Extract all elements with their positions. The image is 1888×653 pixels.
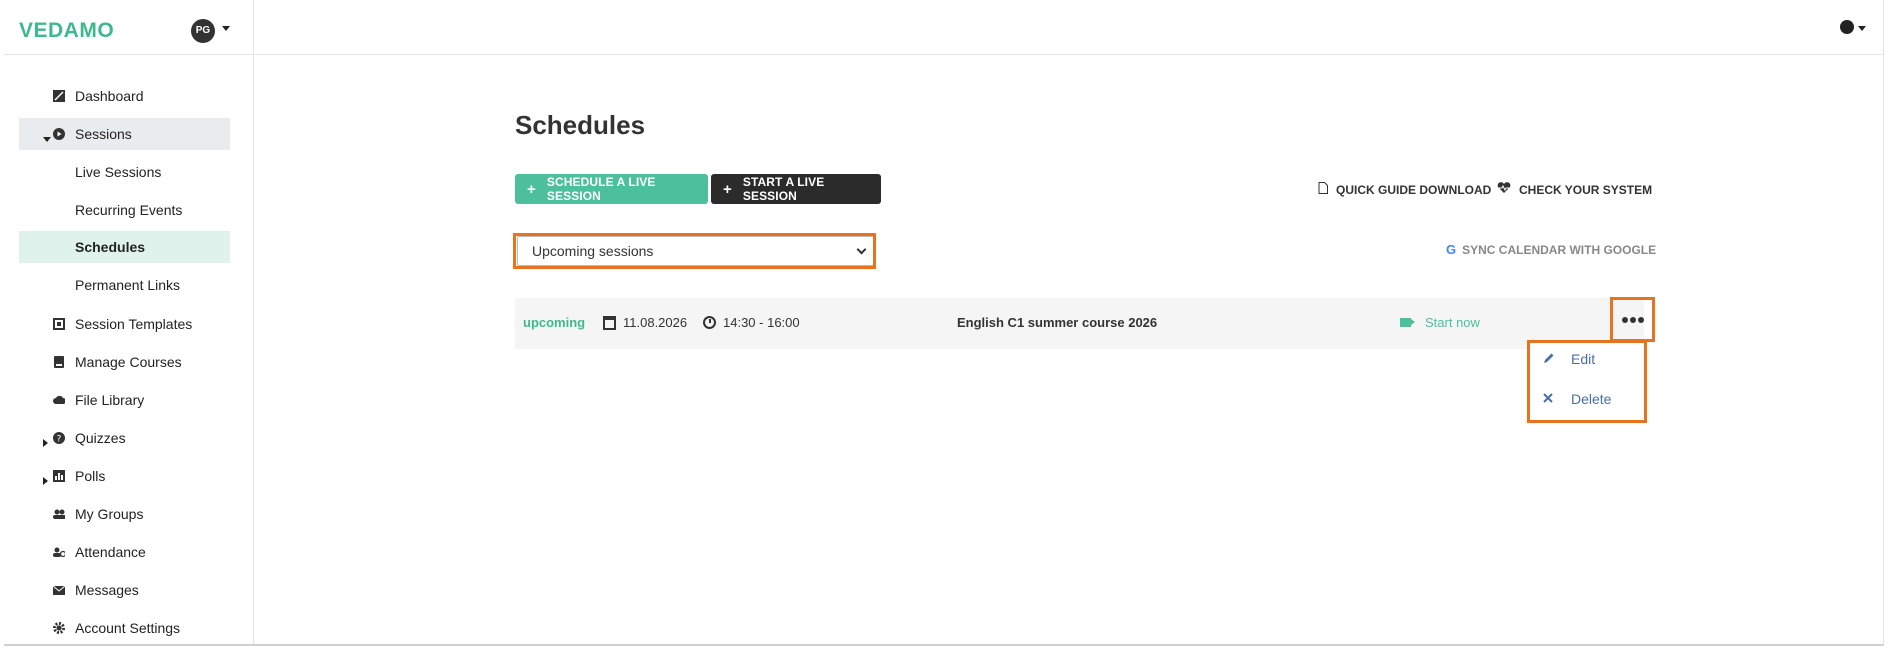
edit-label: Edit [1571, 351, 1596, 367]
pdf-file-icon [1318, 182, 1328, 197]
pencil-icon [1543, 352, 1557, 367]
sidebar-item-label: Sessions [75, 126, 132, 142]
page-title: Schedules [515, 110, 646, 140]
session-time: 14:30 - 16:00 [703, 315, 800, 330]
sidebar-item-session-templates[interactable]: Session Templates [19, 308, 230, 340]
check-system-label: CHECK YOUR SYSTEM [1519, 182, 1653, 197]
plus-icon: + [527, 180, 536, 198]
schedule-live-session-button[interactable]: + SCHEDULE A LIVE SESSION [515, 174, 708, 204]
chevron-right-icon[interactable] [43, 472, 49, 488]
more-options-button[interactable] [1610, 297, 1655, 342]
sidebar-item-schedules[interactable]: Schedules [19, 231, 230, 263]
session-status: upcoming [523, 315, 586, 330]
sidebar-item-label: Dashboard [75, 88, 144, 104]
close-icon [1543, 392, 1557, 406]
video-camera-icon [1400, 318, 1415, 327]
envelope-icon [53, 584, 65, 596]
filter-highlight-box [513, 233, 876, 269]
schedule-live-session-label: SCHEDULE A LIVE SESSION [546, 175, 656, 203]
sync-calendar-label: SYNC CALENDAR WITH GOOGLE [1462, 242, 1657, 257]
start-live-session-button[interactable]: + START A LIVE SESSION [711, 174, 881, 204]
start-live-session-label: START A LIVE SESSION [742, 175, 825, 203]
top-bar [255, 0, 1884, 55]
sidebar-item-label: Live Sessions [75, 164, 162, 180]
sidebar-item-label: Schedules [75, 239, 146, 255]
start-now-link[interactable]: Start now [1400, 315, 1480, 330]
sidebar-item-permanent-links[interactable]: Permanent Links [19, 269, 230, 301]
cloud-icon [53, 394, 65, 406]
sidebar-item-label: Recurring Events [75, 202, 183, 218]
sidebar-item-label: Quizzes [75, 430, 126, 446]
ellipsis-icon [1621, 316, 1644, 323]
session-time-value: 14:30 - 16:00 [723, 315, 800, 330]
book-icon [53, 356, 65, 368]
sidebar-header: VEDAMO PG [4, 0, 253, 55]
table-row: upcoming 11.08.2026 14:30 - 16:00 Englis… [515, 298, 1644, 349]
delete-label: Delete [1571, 391, 1612, 407]
sidebar-item-file-library[interactable]: File Library [19, 384, 230, 416]
sidebar-item-manage-courses[interactable]: Manage Courses [19, 346, 230, 378]
users-icon [53, 508, 65, 520]
sidebar-item-label: Session Templates [75, 316, 193, 332]
sidebar-item-label: Account Settings [75, 620, 181, 636]
session-date: 11.08.2026 [603, 315, 687, 330]
quick-guide-download-link[interactable]: QUICK GUIDE DOWNLOAD [1318, 182, 1491, 197]
dashboard-icon [53, 90, 65, 102]
sidebar-item-label: Polls [75, 468, 106, 484]
gear-icon [53, 622, 65, 634]
avatar[interactable]: PG [191, 19, 215, 43]
language-caret-icon[interactable] [1858, 26, 1866, 31]
avatar-caret-icon[interactable] [222, 26, 230, 31]
sidebar-item-recurring-events[interactable]: Recurring Events [19, 194, 230, 226]
delete-menu-item[interactable]: Delete [1543, 391, 1611, 407]
svg-text:?: ? [57, 435, 62, 445]
chart-icon [53, 470, 65, 482]
sidebar: VEDAMO PG Dashboard Sessions Live Sessio… [4, 0, 254, 644]
sidebar-item-label: My Groups [75, 506, 144, 522]
vedamo-logo[interactable]: VEDAMO [19, 19, 114, 43]
check-your-system-link[interactable]: CHECK YOUR SYSTEM [1497, 182, 1652, 197]
sidebar-item-account-settings[interactable]: Account Settings [19, 612, 230, 644]
session-options-menu: Edit Delete [1527, 340, 1647, 423]
clock-icon [703, 316, 716, 329]
google-icon: G [1446, 242, 1457, 257]
session-date-value: 11.08.2026 [623, 315, 688, 330]
template-icon [53, 318, 65, 330]
play-circle-icon [53, 128, 65, 140]
sidebar-item-live-sessions[interactable]: Live Sessions [19, 156, 230, 188]
chevron-right-icon[interactable] [43, 434, 49, 450]
globe-icon[interactable] [1840, 20, 1854, 34]
session-title: English C1 summer course 2026 [957, 315, 1158, 330]
edit-menu-item[interactable]: Edit [1543, 351, 1595, 367]
attendance-icon [53, 546, 65, 558]
quick-guide-label: QUICK GUIDE DOWNLOAD [1336, 182, 1492, 197]
start-now-label: Start now [1425, 315, 1480, 330]
sidebar-item-sessions[interactable]: Sessions [19, 118, 230, 150]
sidebar-item-label: File Library [75, 392, 145, 408]
sidebar-item-attendance[interactable]: Attendance [19, 536, 230, 568]
sidebar-item-label: Manage Courses [75, 354, 182, 370]
sidebar-item-dashboard[interactable]: Dashboard [19, 80, 230, 112]
sidebar-item-label: Attendance [75, 544, 146, 560]
sidebar-item-label: Messages [75, 582, 139, 598]
plus-icon: + [723, 180, 732, 198]
sidebar-item-label: Permanent Links [75, 277, 181, 293]
sidebar-item-quizzes[interactable]: ? Quizzes [19, 422, 230, 454]
chevron-down-icon[interactable] [43, 130, 51, 146]
question-icon: ? [53, 432, 65, 444]
sidebar-item-messages[interactable]: Messages [19, 574, 230, 606]
heartbeat-icon [1497, 182, 1511, 197]
sidebar-item-my-groups[interactable]: My Groups [19, 498, 230, 530]
sidebar-item-polls[interactable]: Polls [19, 460, 230, 492]
sync-calendar-google-link[interactable]: G SYNC CALENDAR WITH GOOGLE [1446, 242, 1656, 257]
calendar-icon [603, 315, 616, 330]
